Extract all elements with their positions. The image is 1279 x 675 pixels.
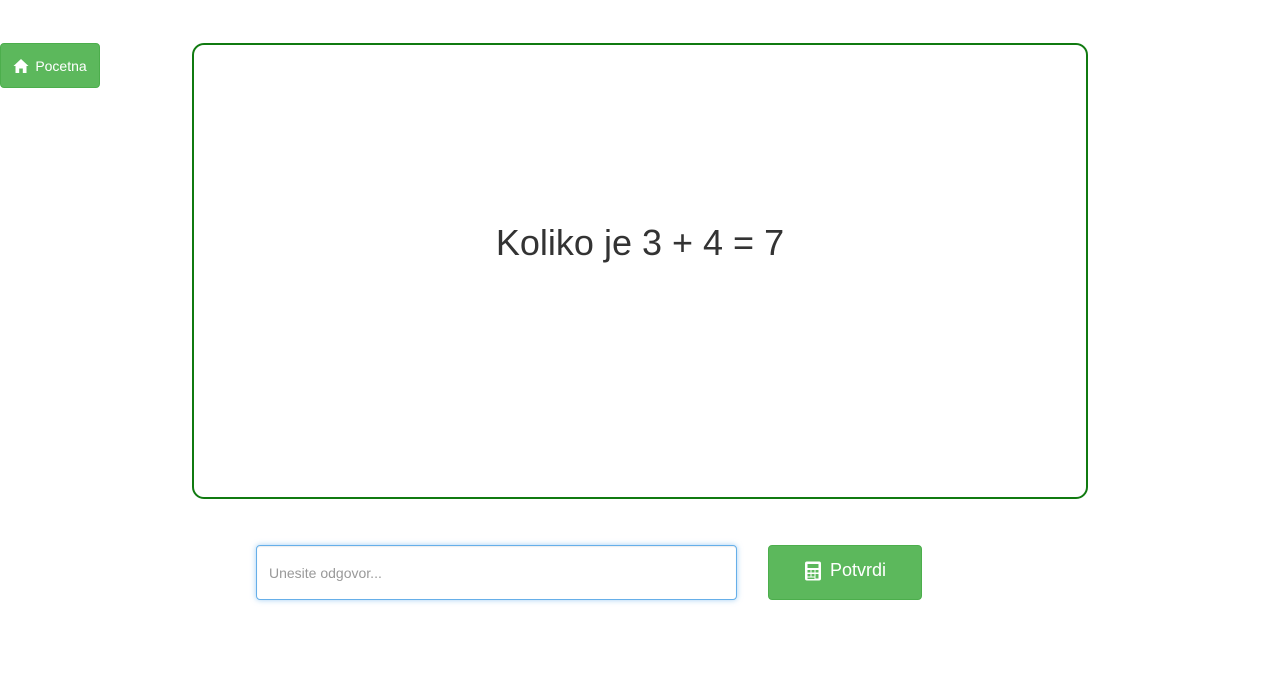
home-icon [13, 58, 29, 74]
home-button-label: Pocetna [35, 57, 87, 74]
calculator-icon [804, 561, 822, 581]
question-box: Koliko je 3 + 4 = 7 [192, 43, 1088, 499]
home-button[interactable]: Pocetna [0, 43, 100, 88]
question-text: Koliko je 3 + 4 = 7 [495, 222, 785, 263]
submit-button[interactable]: Potvrdi [768, 545, 922, 600]
page: Pocetna Koliko je 3 + 4 = 7 Potvrdi [0, 0, 1279, 675]
submit-button-label: Potvrdi [829, 560, 887, 580]
answer-input[interactable] [256, 545, 737, 600]
